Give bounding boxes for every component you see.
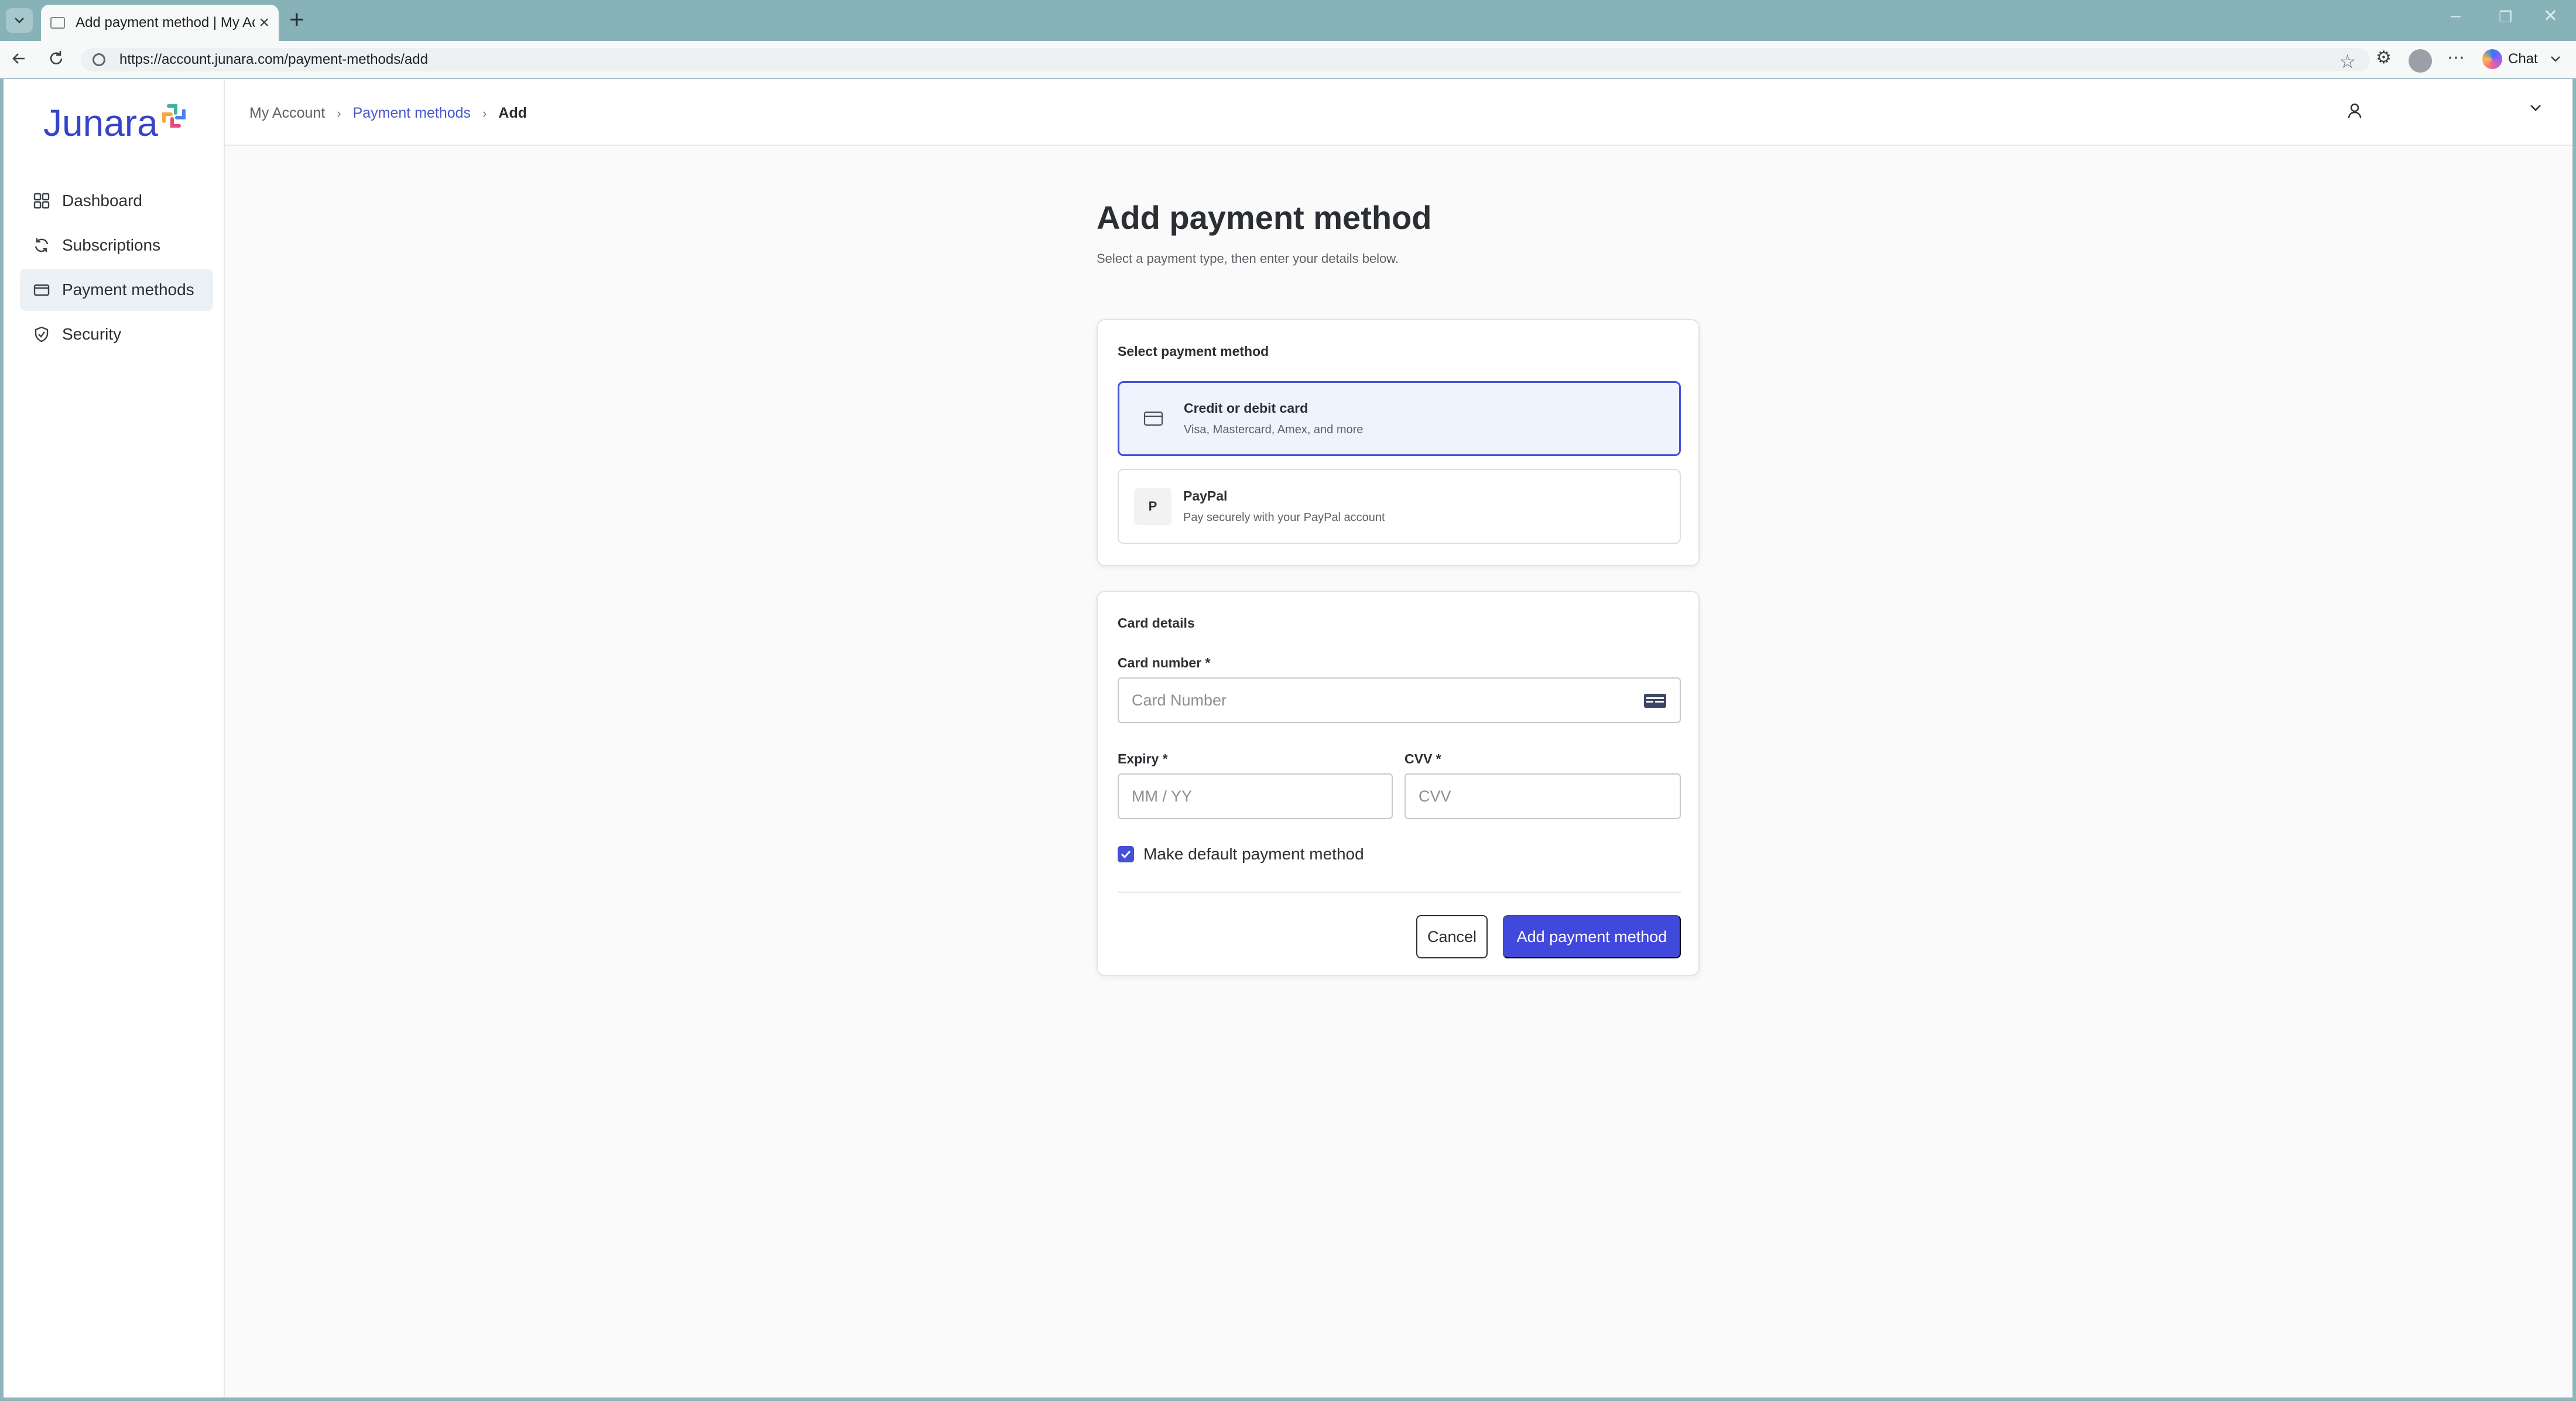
- shield-check-icon: [35, 326, 49, 342]
- credit-card-icon: [1143, 411, 1163, 426]
- breadcrumb: My Account › Payment methods › Add: [249, 105, 527, 122]
- select-method-heading: Select payment method: [1118, 344, 1269, 359]
- chevron-right-icon: ›: [337, 105, 341, 121]
- breadcrumb-my-account[interactable]: My Account: [249, 105, 325, 122]
- card-number-placeholder: Card Number: [1132, 691, 1227, 709]
- cvv-label: CVV *: [1405, 751, 1441, 766]
- option-icon-wrap: [1135, 400, 1172, 437]
- sidebar-nav: Dashboard Subscriptions Payment methods: [20, 180, 213, 358]
- refresh-icon: [35, 238, 49, 252]
- url-text: https://account.junara.com/payment-metho…: [119, 52, 428, 67]
- browser-tab-strip: Add payment method | My Account × + – ❐ …: [0, 0, 2576, 41]
- default-payment-label: Make default payment method: [1143, 845, 1364, 863]
- chat-label: Chat: [2508, 51, 2538, 67]
- chevron-down-icon: [15, 18, 24, 23]
- app-window: Junara Dashboard Subscriptions Payment m…: [4, 79, 2572, 1397]
- user-menu-dropdown[interactable]: [2528, 102, 2543, 116]
- credit-card-icon: [33, 284, 50, 296]
- breadcrumb-payment-methods[interactable]: Payment methods: [353, 105, 471, 122]
- option-description: Pay securely with your PayPal account: [1183, 511, 1385, 524]
- sidebar-item-dashboard[interactable]: Dashboard: [20, 180, 213, 222]
- sidebar: Junara Dashboard Subscriptions Payment m…: [4, 79, 225, 1397]
- tab-title: Add payment method | My Account: [76, 15, 256, 30]
- restore-icon[interactable]: ❐: [2499, 8, 2512, 26]
- card-details-heading: Card details: [1118, 615, 1195, 631]
- paypal-icon: P: [1134, 488, 1171, 525]
- cvv-input[interactable]: CVV: [1405, 773, 1681, 819]
- chevron-down-icon: [2550, 56, 2560, 62]
- default-payment-checkbox[interactable]: [1118, 846, 1134, 862]
- profile-avatar[interactable]: [2409, 49, 2432, 73]
- user-menu-button[interactable]: [2347, 102, 2363, 123]
- url-field[interactable]: https://account.junara.com/payment-metho…: [81, 48, 2370, 73]
- logo-text: Junara: [43, 102, 158, 144]
- breadcrumb-current: Add: [498, 105, 527, 121]
- back-arrow-icon[interactable]: [9, 49, 28, 71]
- select-method-card: Select payment method Credit or debit ca…: [1097, 319, 1700, 566]
- tab-close-icon[interactable]: ×: [259, 14, 269, 32]
- default-payment-checkbox-row[interactable]: Make default payment method: [1118, 845, 1364, 864]
- minimize-icon[interactable]: –: [2451, 6, 2461, 26]
- page-subtitle: Select a payment type, then enter your d…: [1097, 251, 1399, 266]
- site-info-icon[interactable]: [93, 53, 105, 66]
- option-description: Visa, Mastercard, Amex, and more: [1184, 423, 1364, 436]
- close-window-icon[interactable]: ✕: [2543, 6, 2558, 26]
- main-content: Add payment method Select a payment type…: [225, 146, 2572, 1397]
- expiry-label: Expiry *: [1118, 751, 1168, 766]
- sidebar-item-label: Subscriptions: [62, 236, 161, 254]
- junara-logo[interactable]: Junara: [43, 101, 187, 145]
- option-text: PayPal Pay securely with your PayPal acc…: [1183, 488, 1385, 525]
- option-paypal[interactable]: P PayPal Pay securely with your PayPal a…: [1118, 469, 1681, 544]
- option-credit-card[interactable]: Credit or debit card Visa, Mastercard, A…: [1118, 381, 1681, 456]
- extension-icon[interactable]: ⚙: [2376, 49, 2392, 67]
- address-bar-row: https://account.junara.com/payment-metho…: [0, 41, 2576, 78]
- sidebar-item-label: Payment methods: [62, 280, 194, 299]
- grid-icon: [33, 193, 50, 209]
- sidebar-item-subscriptions[interactable]: Subscriptions: [20, 224, 213, 266]
- option-title: PayPal: [1183, 488, 1228, 503]
- page-favicon-icon: [50, 17, 66, 29]
- expiry-placeholder: MM / YY: [1132, 787, 1193, 805]
- new-tab-button[interactable]: +: [289, 7, 304, 33]
- option-text: Credit or debit card Visa, Mastercard, A…: [1184, 400, 1363, 437]
- option-title: Credit or debit card: [1184, 400, 1308, 416]
- add-payment-method-button[interactable]: Add payment method: [1503, 915, 1681, 958]
- reload-icon[interactable]: [47, 49, 66, 71]
- card-details-card: Card details Card number * Card Number E…: [1097, 591, 1700, 976]
- checkmark-icon: [1121, 850, 1131, 859]
- expiry-input[interactable]: MM / YY: [1118, 773, 1393, 819]
- card-number-input[interactable]: Card Number: [1118, 677, 1681, 723]
- sidebar-item-security[interactable]: Security: [20, 313, 213, 355]
- card-type-icon: [1644, 694, 1666, 708]
- sidebar-item-label: Security: [62, 325, 122, 343]
- divider: [1118, 892, 1681, 893]
- card-number-label: Card number *: [1118, 655, 1211, 670]
- browser-tab[interactable]: Add payment method | My Account ×: [41, 5, 279, 41]
- chevron-down-icon: [2530, 105, 2541, 111]
- top-bar: My Account › Payment methods › Add: [225, 79, 2572, 146]
- copilot-chat-button[interactable]: Chat: [2482, 49, 2561, 69]
- chevron-right-icon: ›: [482, 105, 487, 121]
- user-icon: [2348, 103, 2362, 119]
- tab-list-button[interactable]: [6, 8, 33, 33]
- cancel-button[interactable]: Cancel: [1416, 915, 1488, 958]
- sidebar-item-payment-methods[interactable]: Payment methods: [20, 269, 213, 311]
- page-title: Add payment method: [1097, 199, 1432, 236]
- star-icon[interactable]: ☆: [2339, 50, 2356, 73]
- sidebar-item-label: Dashboard: [62, 191, 142, 210]
- copilot-icon: [2482, 49, 2502, 69]
- more-icon[interactable]: ⋯: [2447, 49, 2465, 67]
- cvv-placeholder: CVV: [1419, 787, 1451, 805]
- logo-mark-icon: [162, 104, 186, 128]
